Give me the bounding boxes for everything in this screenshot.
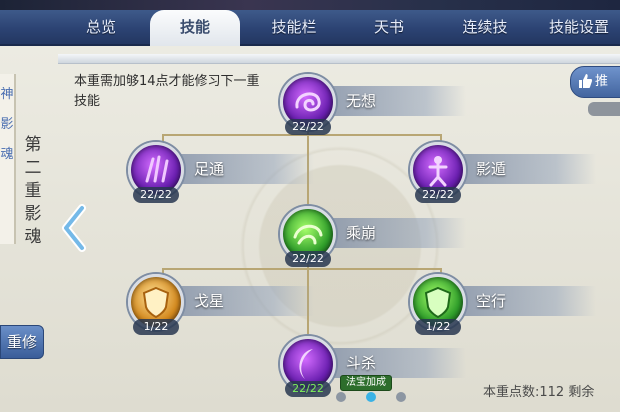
calligraphy-scroll: 神 影 魂 xyxy=(0,74,16,244)
thumbs-up-icon xyxy=(579,74,592,88)
skill-name: 影遁 xyxy=(476,160,507,178)
tab-skill-settings[interactable]: 技能设置 xyxy=(538,12,620,42)
requirement-hint: 本重需加够14点才能修习下一重技能 xyxy=(74,74,260,109)
skill-name: 足通 xyxy=(194,160,225,178)
page-dot[interactable] xyxy=(396,392,406,402)
previous-tier-arrow-icon[interactable] xyxy=(60,204,88,252)
recommend-label: 推 xyxy=(595,74,609,89)
skill-node-zutong[interactable]: 足通 22/22 xyxy=(128,142,314,204)
skill-node-wuxiang[interactable]: 无想 22/22 xyxy=(280,74,466,136)
tab-combo[interactable]: 连续技 xyxy=(440,12,530,42)
page-dot-active[interactable] xyxy=(366,392,376,402)
tab-skills[interactable]: 技能 xyxy=(150,10,240,46)
skill-level-count: 1/22 xyxy=(133,319,179,335)
tab-tianshu[interactable]: 天书 xyxy=(354,12,424,42)
skill-level-count: 22/22 xyxy=(133,187,179,203)
page-dot[interactable] xyxy=(336,392,346,402)
recommend-button[interactable]: 推 xyxy=(570,66,620,98)
treasure-bonus-tag: 法宝加成 xyxy=(340,375,392,391)
scroll-text: 神 影 魂 xyxy=(0,87,14,162)
tab-skill-bar[interactable]: 技能栏 xyxy=(254,12,334,42)
tier-title: 第二重影魂 xyxy=(24,135,42,247)
skill-name: 空行 xyxy=(476,292,507,310)
tier-points: 本重点数:112 剩余 xyxy=(483,385,595,400)
skill-node-chengbeng[interactable]: 乘崩 22/22 xyxy=(280,206,466,268)
skill-level-count: 22/22 xyxy=(285,381,331,397)
skill-level-count: 1/22 xyxy=(415,319,461,335)
skill-name: 斗杀 xyxy=(346,354,377,372)
skill-node-gexing[interactable]: 戈星 1/22 xyxy=(128,274,314,336)
repair-button[interactable]: 重修 xyxy=(0,325,44,359)
skill-level-count: 22/22 xyxy=(285,251,331,267)
skill-name: 戈星 xyxy=(194,292,225,310)
right-scroll-handle[interactable] xyxy=(588,102,620,116)
tab-bar: 总览 技能 技能栏 天书 连续技 技能设置 xyxy=(0,10,620,46)
skill-level-count: 22/22 xyxy=(415,187,461,203)
skill-name: 乘崩 xyxy=(346,224,377,242)
panel-header-line xyxy=(58,54,620,64)
tab-overview[interactable]: 总览 xyxy=(66,12,136,42)
skill-node-kongxing[interactable]: 空行 1/22 xyxy=(410,274,596,336)
skill-node-yingdun[interactable]: 影遁 22/22 xyxy=(410,142,596,204)
skill-level-count: 22/22 xyxy=(285,119,331,135)
tree-line xyxy=(162,268,442,270)
skill-name: 无想 xyxy=(346,92,377,110)
